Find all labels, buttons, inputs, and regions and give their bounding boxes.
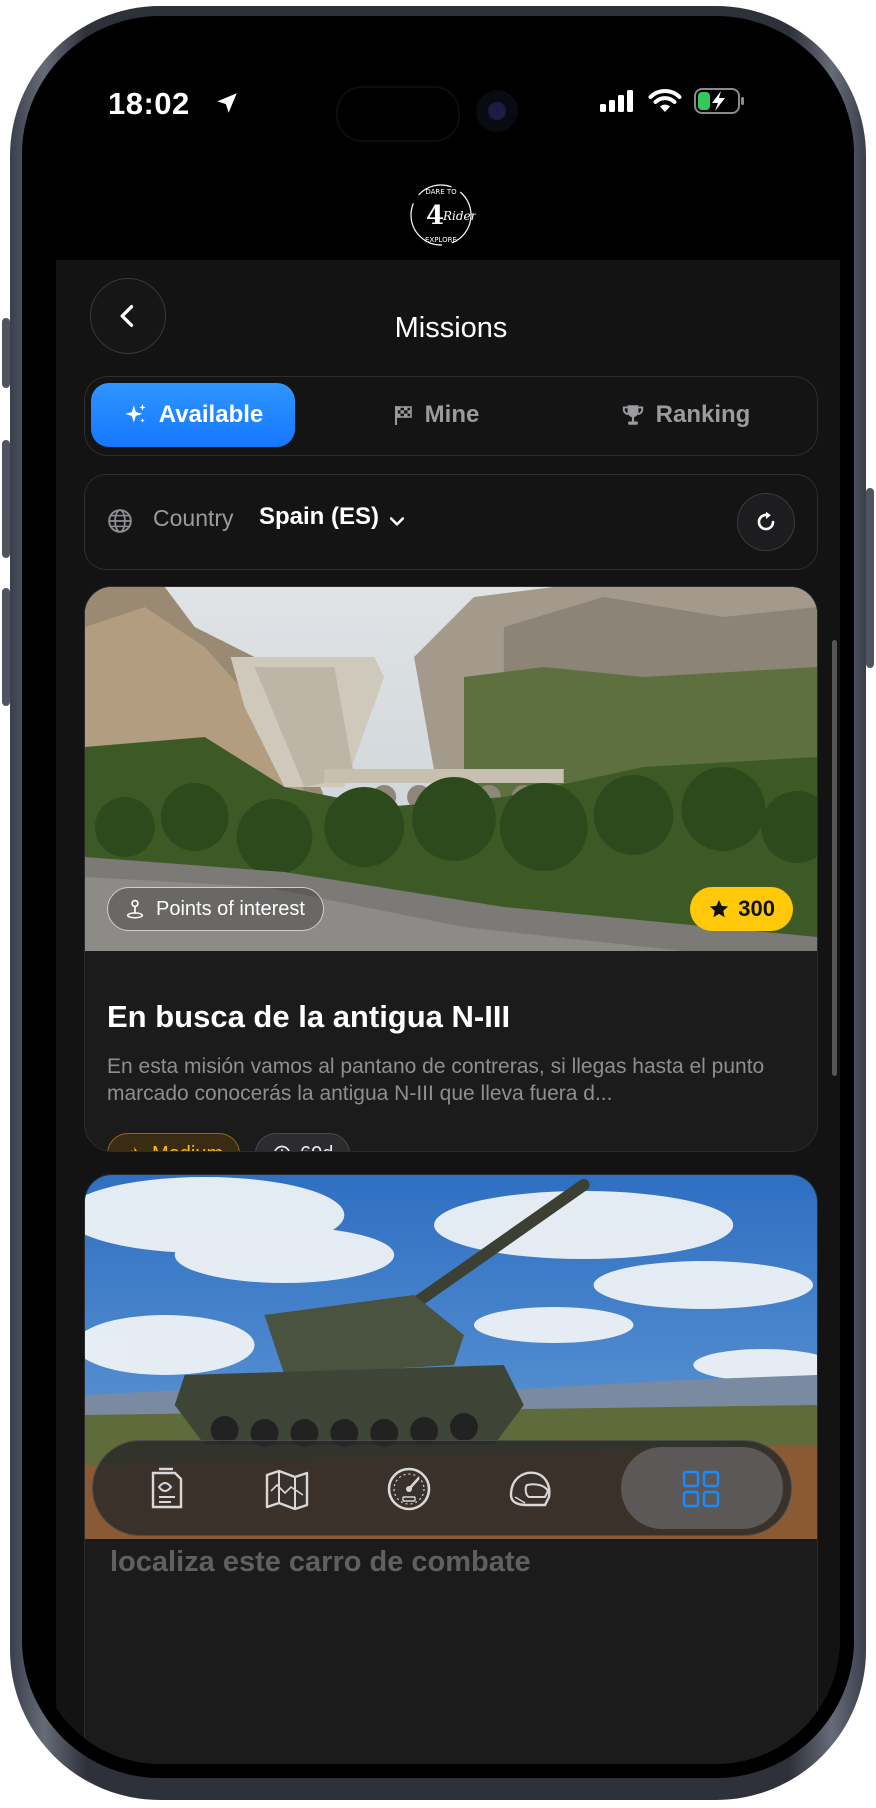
category-label: Points of interest [156, 897, 305, 920]
mission-description: En esta misión vamos al pantano de contr… [107, 1055, 765, 1105]
app-content: Missions Available Mine Ranking Country … [56, 260, 840, 1764]
points-badge: 300 [690, 887, 793, 931]
tab-ranking-label: Ranking [655, 401, 751, 428]
mission-tabs: Available Mine Ranking [84, 376, 818, 456]
svg-text:DARE TO: DARE TO [425, 188, 457, 196]
mission-card[interactable]: Points of interest 300 En busca de la an… [84, 586, 818, 1152]
globe-icon [108, 509, 132, 533]
map-pin-icon [126, 899, 144, 919]
refresh-button[interactable] [737, 493, 795, 551]
app-logo: DARE TO 4 Riders EXPLORE [410, 184, 476, 246]
mission-title: localiza este carro de combate [110, 1546, 531, 1578]
mission-title: En busca de la antigua N-III [107, 999, 511, 1034]
nav-speedometer[interactable] [375, 1455, 443, 1523]
flame-icon [131, 1145, 137, 1151]
grid-icon [682, 1470, 720, 1508]
volume-down-button [2, 588, 10, 706]
map-icon [265, 1469, 309, 1511]
tab-mine[interactable]: Mine [335, 383, 535, 447]
sparkles-icon [124, 404, 146, 423]
speedometer-icon [387, 1467, 431, 1511]
nav-more[interactable] [667, 1455, 735, 1523]
trophy-icon [622, 405, 643, 425]
volume-up-button [2, 440, 10, 558]
country-label: Country [153, 505, 234, 531]
duration-tag: 60d [255, 1133, 351, 1152]
action-button [2, 318, 10, 388]
bottom-tab-bar [92, 1440, 792, 1536]
svg-text:4: 4 [426, 201, 444, 231]
scrollbar[interactable] [832, 640, 837, 1076]
refresh-icon [757, 511, 775, 531]
star-icon [710, 899, 729, 918]
svg-text:Riders: Riders [442, 209, 476, 223]
points-value: 300 [738, 896, 775, 921]
location-arrow-icon [217, 93, 237, 113]
missions-doc-icon [151, 1467, 183, 1509]
nav-missions[interactable] [133, 1455, 201, 1523]
signal-icon [600, 90, 633, 112]
nav-map[interactable] [253, 1455, 321, 1523]
checkered-flag-icon [394, 406, 412, 425]
tab-mine-label: Mine [424, 401, 480, 428]
clock-icon [274, 1145, 290, 1151]
category-chip: Points of interest [107, 887, 324, 931]
power-button [866, 488, 874, 668]
difficulty-tag: Medium [107, 1133, 241, 1152]
tab-ranking[interactable]: Ranking [565, 383, 805, 447]
helmet-icon [509, 1471, 551, 1507]
status-time: 18:02 [108, 86, 190, 121]
screen: 18:02 DARE TO 4 Riders EXPLORE [36, 30, 840, 1764]
svg-text:EXPLORE: EXPLORE [425, 236, 457, 244]
status-icons [600, 88, 746, 114]
battery-charging-icon [694, 88, 744, 114]
page-title: Missions [394, 312, 508, 344]
duration-label: 60d [300, 1143, 333, 1152]
chevron-down-icon[interactable] [387, 511, 407, 531]
nav-helmet[interactable] [495, 1455, 563, 1523]
tab-available[interactable]: Available [91, 383, 295, 447]
tab-available-label: Available [158, 401, 264, 428]
difficulty-label: Medium [152, 1143, 223, 1152]
country-filter[interactable]: Country Spain (ES) [84, 474, 818, 570]
country-value[interactable]: Spain (ES) [259, 503, 379, 531]
phone-bezel: 18:02 DARE TO 4 Riders EXPLORE [22, 16, 854, 1778]
wifi-icon [648, 89, 682, 112]
